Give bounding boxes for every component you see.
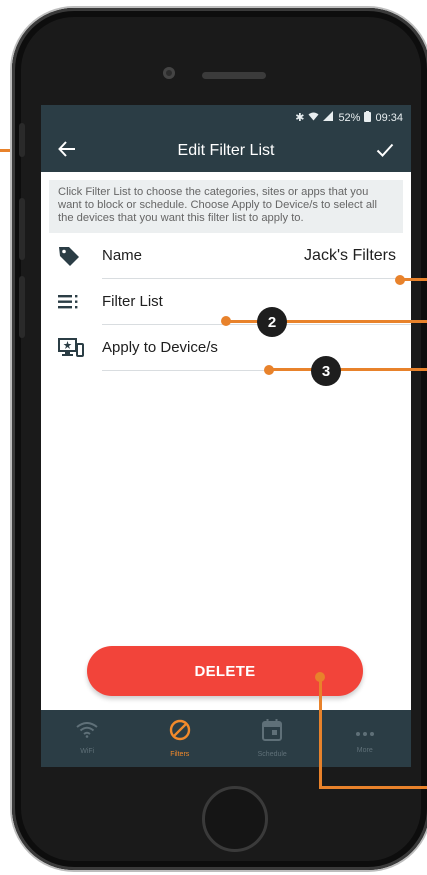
callout-line-left	[0, 149, 10, 152]
tag-icon	[58, 245, 88, 267]
signal-icon	[323, 111, 334, 124]
callout-badge-2: 2	[257, 307, 287, 337]
callout-line-devices	[269, 368, 427, 371]
home-button[interactable]	[202, 786, 268, 852]
nav-filters[interactable]: Filters	[134, 710, 227, 767]
info-text: Click Filter List to choose the categori…	[49, 180, 403, 233]
name-value: Jack's Filters	[304, 246, 396, 264]
checkmark-icon[interactable]	[373, 140, 397, 163]
nav-more[interactable]: More	[319, 710, 412, 767]
nav-filters-label: Filters	[170, 751, 190, 758]
apply-devices-label: Apply to Device/s	[102, 339, 218, 356]
back-arrow-icon[interactable]	[55, 140, 79, 163]
volume-down-button	[19, 276, 25, 338]
status-bar: ✱ 52% 09:34	[41, 105, 411, 130]
name-label: Name	[102, 247, 143, 264]
filter-list-label: Filter List	[102, 293, 163, 310]
list-icon	[58, 295, 88, 309]
app-bar: Edit Filter List	[41, 130, 411, 172]
front-camera	[163, 67, 175, 79]
app-screen: ✱ 52% 09:34 Edit Filter List Click Filte…	[41, 105, 411, 767]
nav-schedule-label: Schedule	[257, 751, 287, 758]
volume-up-button	[19, 198, 25, 260]
callout-line-delete-horizontal	[319, 786, 427, 789]
devices-icon	[58, 338, 88, 358]
mute-switch	[19, 123, 25, 157]
clock: 09:34	[375, 111, 403, 124]
callout-line-name	[400, 278, 427, 281]
block-icon	[169, 719, 191, 746]
wifi-status-icon	[308, 111, 319, 124]
callout-badge-3: 3	[311, 356, 341, 386]
name-row[interactable]: Name Jack's Filters	[41, 233, 411, 279]
bottom-nav: WiFi Filters Schedule More	[41, 710, 411, 767]
nav-wifi-label: WiFi	[80, 748, 95, 755]
wifi-icon	[76, 722, 98, 743]
page-title: Edit Filter List	[177, 142, 275, 159]
battery-icon	[364, 110, 372, 125]
callout-line-delete-vertical	[319, 677, 322, 788]
nav-wifi[interactable]: WiFi	[41, 710, 134, 767]
earpiece-speaker	[202, 72, 266, 79]
bluetooth-icon: ✱	[295, 112, 305, 124]
nav-schedule[interactable]: Schedule	[226, 710, 319, 767]
calendar-icon	[262, 719, 283, 746]
nav-more-label: More	[356, 746, 373, 754]
apply-devices-row[interactable]: Apply to Device/s	[41, 325, 411, 371]
more-icon	[355, 724, 375, 742]
battery-percent: 52%	[338, 111, 361, 124]
